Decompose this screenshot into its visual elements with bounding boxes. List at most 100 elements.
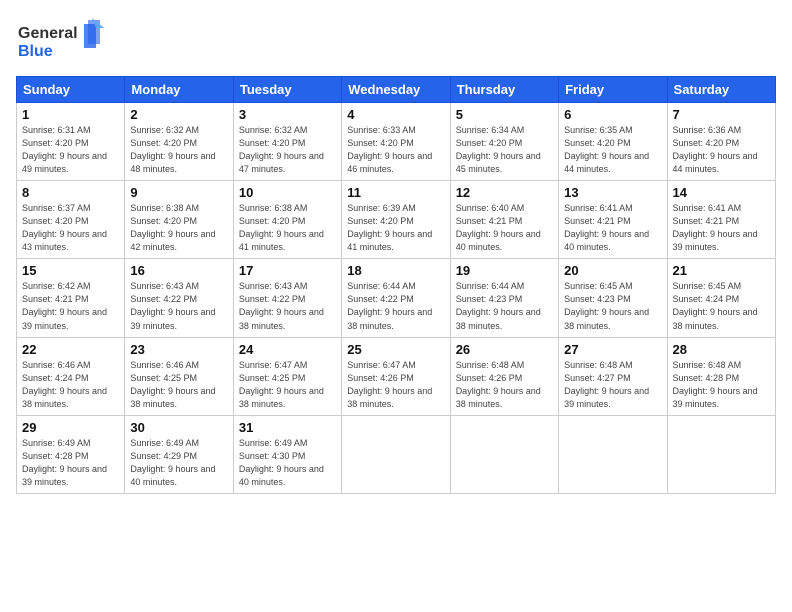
weekday-header-monday: Monday <box>125 77 233 103</box>
day-info: Sunrise: 6:32 AMSunset: 4:20 PMDaylight:… <box>239 124 336 176</box>
day-number: 12 <box>456 185 553 200</box>
day-info: Sunrise: 6:38 AMSunset: 4:20 PMDaylight:… <box>130 202 227 254</box>
day-number: 19 <box>456 263 553 278</box>
day-info: Sunrise: 6:45 AMSunset: 4:23 PMDaylight:… <box>564 280 661 332</box>
calendar-cell: 30 Sunrise: 6:49 AMSunset: 4:29 PMDayligh… <box>125 415 233 493</box>
calendar-cell: 2 Sunrise: 6:32 AMSunset: 4:20 PMDaylight… <box>125 103 233 181</box>
calendar-cell: 23 Sunrise: 6:46 AMSunset: 4:25 PMDayligh… <box>125 337 233 415</box>
day-info: Sunrise: 6:46 AMSunset: 4:24 PMDaylight:… <box>22 359 119 411</box>
logo: General Blue <box>16 16 106 66</box>
weekday-header-saturday: Saturday <box>667 77 775 103</box>
calendar-cell: 1 Sunrise: 6:31 AMSunset: 4:20 PMDaylight… <box>17 103 125 181</box>
day-number: 2 <box>130 107 227 122</box>
day-info: Sunrise: 6:49 AMSunset: 4:30 PMDaylight:… <box>239 437 336 489</box>
day-info: Sunrise: 6:37 AMSunset: 4:20 PMDaylight:… <box>22 202 119 254</box>
calendar-header-row: SundayMondayTuesdayWednesdayThursdayFrid… <box>17 77 776 103</box>
day-info: Sunrise: 6:47 AMSunset: 4:25 PMDaylight:… <box>239 359 336 411</box>
header: General Blue <box>16 16 776 66</box>
weekday-header-sunday: Sunday <box>17 77 125 103</box>
calendar-cell: 31Sunrise: 6:49 AMSunset: 4:30 PMDayligh… <box>233 415 341 493</box>
day-info: Sunrise: 6:45 AMSunset: 4:24 PMDaylight:… <box>673 280 770 332</box>
logo-svg: General Blue <box>16 16 106 66</box>
day-info: Sunrise: 6:32 AMSunset: 4:20 PMDaylight:… <box>130 124 227 176</box>
calendar-cell <box>559 415 667 493</box>
calendar-cell: 8 Sunrise: 6:37 AMSunset: 4:20 PMDaylight… <box>17 181 125 259</box>
day-number: 17 <box>239 263 336 278</box>
calendar-cell: 17 Sunrise: 6:43 AMSunset: 4:22 PMDayligh… <box>233 259 341 337</box>
calendar-cell: 21 Sunrise: 6:45 AMSunset: 4:24 PMDayligh… <box>667 259 775 337</box>
calendar-cell: 3Sunrise: 6:32 AMSunset: 4:20 PMDaylight… <box>233 103 341 181</box>
weekday-header-friday: Friday <box>559 77 667 103</box>
day-number: 15 <box>22 263 119 278</box>
calendar-cell: 25Sunrise: 6:47 AMSunset: 4:26 PMDayligh… <box>342 337 450 415</box>
day-number: 14 <box>673 185 770 200</box>
day-number: 4 <box>347 107 444 122</box>
page-container: General Blue SundayMondayTuesdayWednesda… <box>0 0 792 502</box>
day-number: 30 <box>130 420 227 435</box>
calendar-cell: 20 Sunrise: 6:45 AMSunset: 4:23 PMDayligh… <box>559 259 667 337</box>
day-info: Sunrise: 6:46 AMSunset: 4:25 PMDaylight:… <box>130 359 227 411</box>
day-number: 16 <box>130 263 227 278</box>
day-info: Sunrise: 6:44 AMSunset: 4:22 PMDaylight:… <box>347 280 444 332</box>
weekday-header-wednesday: Wednesday <box>342 77 450 103</box>
day-number: 26 <box>456 342 553 357</box>
day-info: Sunrise: 6:36 AMSunset: 4:20 PMDaylight:… <box>673 124 770 176</box>
day-number: 20 <box>564 263 661 278</box>
day-number: 18 <box>347 263 444 278</box>
calendar-cell: 13 Sunrise: 6:41 AMSunset: 4:21 PMDayligh… <box>559 181 667 259</box>
day-info: Sunrise: 6:35 AMSunset: 4:20 PMDaylight:… <box>564 124 661 176</box>
day-info: Sunrise: 6:48 AMSunset: 4:27 PMDaylight:… <box>564 359 661 411</box>
day-number: 22 <box>22 342 119 357</box>
calendar-cell: 12 Sunrise: 6:40 AMSunset: 4:21 PMDayligh… <box>450 181 558 259</box>
calendar-cell: 14Sunrise: 6:41 AMSunset: 4:21 PMDayligh… <box>667 181 775 259</box>
weekday-header-tuesday: Tuesday <box>233 77 341 103</box>
calendar-week-3: 15 Sunrise: 6:42 AMSunset: 4:21 PMDayligh… <box>17 259 776 337</box>
day-number: 7 <box>673 107 770 122</box>
day-number: 9 <box>130 185 227 200</box>
day-info: Sunrise: 6:49 AMSunset: 4:28 PMDaylight:… <box>22 437 119 489</box>
day-info: Sunrise: 6:39 AMSunset: 4:20 PMDaylight:… <box>347 202 444 254</box>
calendar-cell: 28Sunrise: 6:48 AMSunset: 4:28 PMDayligh… <box>667 337 775 415</box>
calendar-cell <box>342 415 450 493</box>
day-info: Sunrise: 6:47 AMSunset: 4:26 PMDaylight:… <box>347 359 444 411</box>
calendar-cell: 15 Sunrise: 6:42 AMSunset: 4:21 PMDayligh… <box>17 259 125 337</box>
calendar-week-4: 22 Sunrise: 6:46 AMSunset: 4:24 PMDayligh… <box>17 337 776 415</box>
calendar-cell: 18 Sunrise: 6:44 AMSunset: 4:22 PMDayligh… <box>342 259 450 337</box>
day-number: 13 <box>564 185 661 200</box>
day-info: Sunrise: 6:49 AMSunset: 4:29 PMDaylight:… <box>130 437 227 489</box>
day-info: Sunrise: 6:31 AMSunset: 4:20 PMDaylight:… <box>22 124 119 176</box>
day-number: 27 <box>564 342 661 357</box>
svg-text:General: General <box>18 25 78 42</box>
day-info: Sunrise: 6:34 AMSunset: 4:20 PMDaylight:… <box>456 124 553 176</box>
day-number: 10 <box>239 185 336 200</box>
day-info: Sunrise: 6:43 AMSunset: 4:22 PMDaylight:… <box>130 280 227 332</box>
day-info: Sunrise: 6:40 AMSunset: 4:21 PMDaylight:… <box>456 202 553 254</box>
day-info: Sunrise: 6:48 AMSunset: 4:26 PMDaylight:… <box>456 359 553 411</box>
calendar-cell: 10 Sunrise: 6:38 AMSunset: 4:20 PMDayligh… <box>233 181 341 259</box>
calendar-cell: 4 Sunrise: 6:33 AMSunset: 4:20 PMDaylight… <box>342 103 450 181</box>
calendar-cell: 27 Sunrise: 6:48 AMSunset: 4:27 PMDayligh… <box>559 337 667 415</box>
weekday-header-thursday: Thursday <box>450 77 558 103</box>
day-info: Sunrise: 6:38 AMSunset: 4:20 PMDaylight:… <box>239 202 336 254</box>
calendar-cell <box>667 415 775 493</box>
calendar-cell: 6Sunrise: 6:35 AMSunset: 4:20 PMDaylight… <box>559 103 667 181</box>
calendar-cell: 26 Sunrise: 6:48 AMSunset: 4:26 PMDayligh… <box>450 337 558 415</box>
svg-text:Blue: Blue <box>18 43 53 60</box>
calendar-cell: 11 Sunrise: 6:39 AMSunset: 4:20 PMDayligh… <box>342 181 450 259</box>
calendar-cell: 22 Sunrise: 6:46 AMSunset: 4:24 PMDayligh… <box>17 337 125 415</box>
day-info: Sunrise: 6:41 AMSunset: 4:21 PMDaylight:… <box>564 202 661 254</box>
day-info: Sunrise: 6:43 AMSunset: 4:22 PMDaylight:… <box>239 280 336 332</box>
day-number: 5 <box>456 107 553 122</box>
day-number: 29 <box>22 420 119 435</box>
calendar-cell <box>450 415 558 493</box>
day-info: Sunrise: 6:33 AMSunset: 4:20 PMDaylight:… <box>347 124 444 176</box>
day-info: Sunrise: 6:42 AMSunset: 4:21 PMDaylight:… <box>22 280 119 332</box>
day-number: 1 <box>22 107 119 122</box>
day-number: 23 <box>130 342 227 357</box>
day-number: 11 <box>347 185 444 200</box>
calendar-cell: 24Sunrise: 6:47 AMSunset: 4:25 PMDayligh… <box>233 337 341 415</box>
calendar-week-1: 1 Sunrise: 6:31 AMSunset: 4:20 PMDaylight… <box>17 103 776 181</box>
calendar-cell: 19Sunrise: 6:44 AMSunset: 4:23 PMDayligh… <box>450 259 558 337</box>
day-number: 8 <box>22 185 119 200</box>
day-number: 21 <box>673 263 770 278</box>
